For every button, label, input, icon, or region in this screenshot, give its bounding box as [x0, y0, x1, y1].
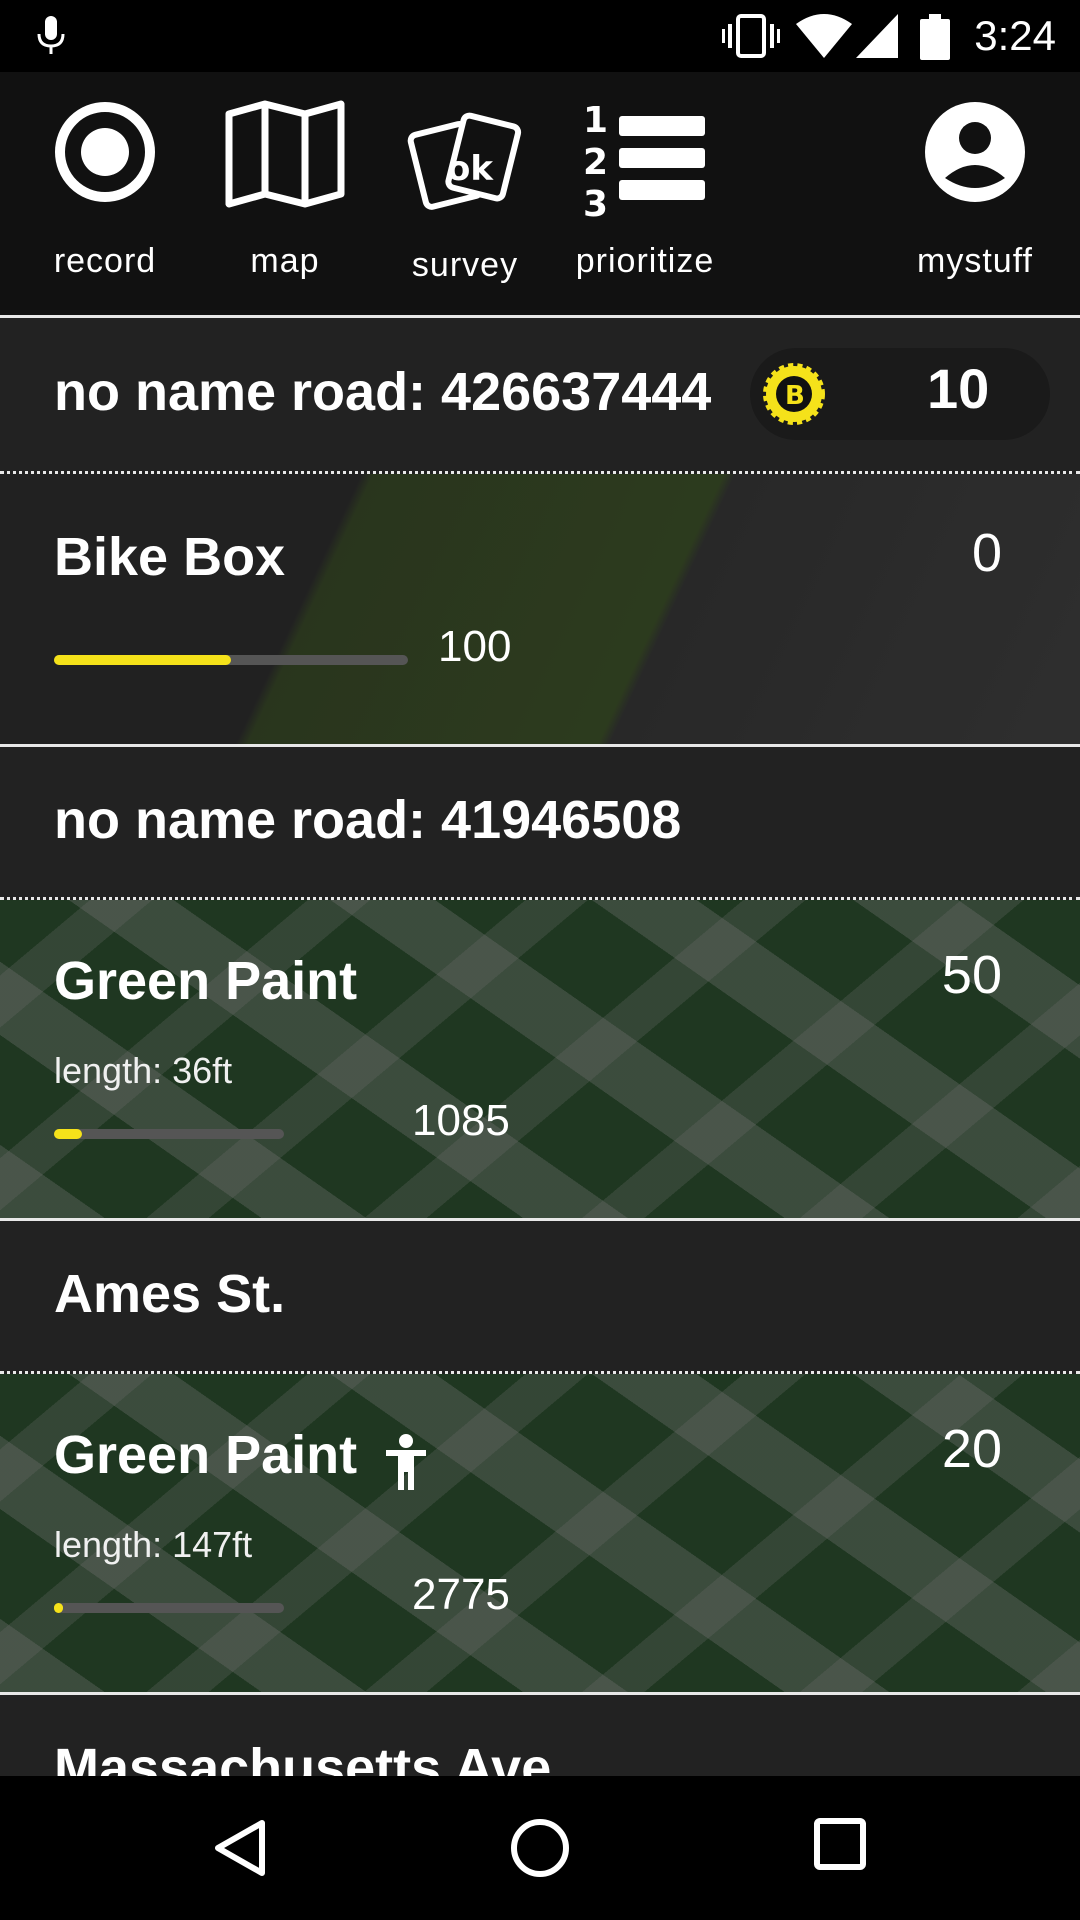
nav-prioritize-label: prioritize [575, 242, 715, 280]
numbered-list-icon: 1 2 3 [583, 98, 707, 227]
road-title: no name road: 426637444 [54, 362, 712, 422]
svg-text:3: 3 [583, 184, 608, 222]
nav-map-label: map [250, 242, 320, 280]
status-time: 3:24 [974, 12, 1056, 59]
list-item-massachusetts-ave[interactable]: Massachusetts Ave [0, 1695, 1080, 1776]
vibrate-icon [722, 14, 780, 63]
home-icon[interactable] [510, 1818, 570, 1883]
bike-box-number: 100 [438, 622, 512, 671]
green-paint-progress [54, 1129, 284, 1139]
list-item-green-paint-1[interactable]: Green Paint 50 length: 36ft 1085 [0, 900, 1080, 1218]
wifi-icon [796, 14, 852, 63]
list-item-green-paint-2[interactable]: Green Paint 20 length: 147ft 2775 [0, 1374, 1080, 1692]
system-nav-bar [0, 1776, 1080, 1920]
progress-fill [54, 655, 231, 665]
green-paint-length: length: 36ft [54, 1050, 233, 1091]
nav-survey-label: survey [411, 246, 519, 284]
top-nav: record map ok survey 1 2 3 prioritize my… [0, 72, 1080, 318]
green-paint-title: Green Paint [54, 951, 358, 1011]
nav-mystuff[interactable]: mystuff [900, 72, 1050, 318]
progress-fill [54, 1603, 64, 1613]
svg-text:1: 1 [583, 100, 608, 141]
bike-box-value: 0 [971, 523, 1002, 583]
bike-box-progress [54, 655, 408, 665]
survey-cards-icon: ok [407, 108, 523, 217]
status-bar: 3:24 [0, 0, 1080, 72]
green-paint-value: 20 [941, 1419, 1002, 1479]
photo-overlay [0, 474, 1080, 744]
nav-record-label: record [53, 242, 157, 280]
account-icon [923, 100, 1027, 209]
nav-mystuff-label: mystuff [917, 242, 1033, 280]
nav-survey[interactable]: ok survey [390, 72, 540, 318]
green-paint-number: 2775 [412, 1570, 510, 1619]
pedestrian-icon [384, 1434, 428, 1497]
green-paint-progress [54, 1603, 284, 1613]
progress-fill [54, 1129, 82, 1139]
svg-text:ok: ok [447, 149, 494, 189]
green-paint-number: 1085 [412, 1096, 510, 1145]
road-title: Ames St. [54, 1264, 286, 1324]
bike-badge-icon: B [762, 362, 826, 431]
green-paint-value: 50 [941, 945, 1002, 1005]
back-icon[interactable] [212, 1818, 268, 1883]
green-paint-title: Green Paint [54, 1425, 358, 1485]
mic-icon [34, 14, 68, 63]
list-item-road-41946508[interactable]: no name road: 41946508 [0, 747, 1080, 897]
recents-icon[interactable] [814, 1818, 866, 1875]
nav-map[interactable]: map [210, 72, 360, 318]
signal-icon [856, 14, 898, 63]
road-title: no name road: 41946508 [54, 790, 682, 850]
green-paint-length: length: 147ft [54, 1524, 253, 1565]
score-value: 10 [927, 357, 990, 420]
record-icon [53, 100, 157, 209]
battery-icon [920, 14, 950, 65]
list-item-ames-st[interactable]: Ames St. [0, 1221, 1080, 1371]
map-icon [223, 100, 347, 213]
road-title: Massachusetts Ave [54, 1738, 552, 1776]
svg-text:B: B [785, 381, 805, 411]
nav-prioritize[interactable]: 1 2 3 prioritize [570, 72, 720, 318]
list-item-bike-box[interactable]: Bike Box 0 100 [0, 474, 1080, 744]
nav-record[interactable]: record [30, 72, 180, 318]
svg-text:2: 2 [583, 142, 608, 183]
bike-box-title: Bike Box [54, 527, 286, 587]
